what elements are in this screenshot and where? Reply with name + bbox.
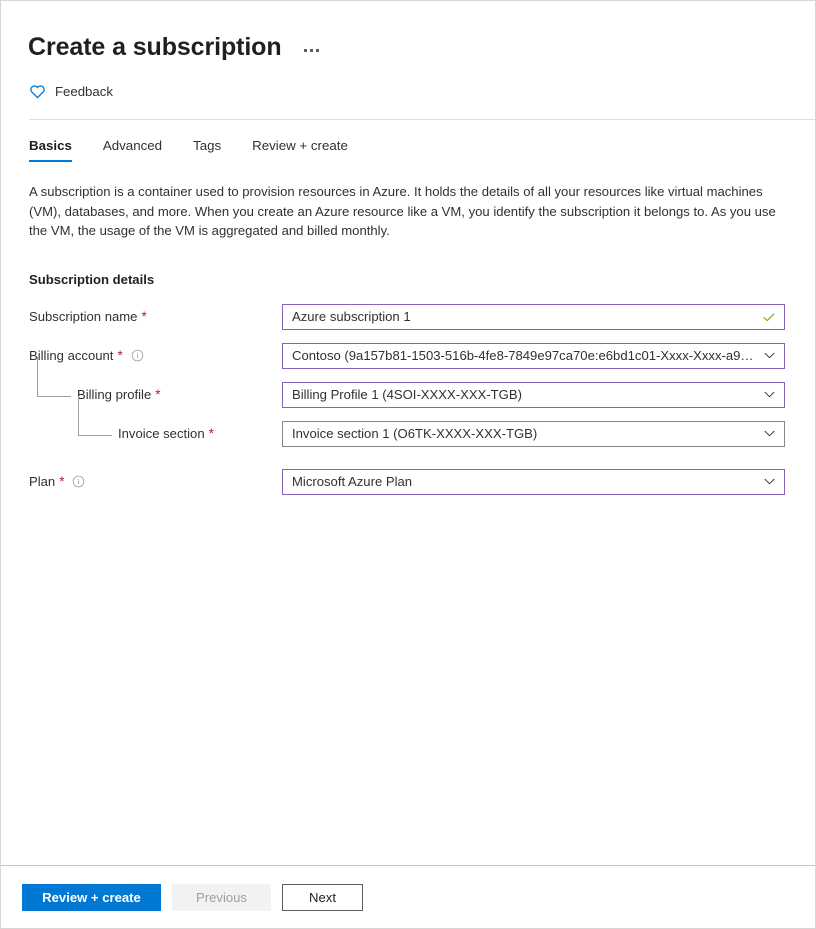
label-invoice-section: Invoice section * — [29, 422, 282, 446]
header-divider — [29, 119, 815, 120]
field-invoice-section: Invoice section * Invoice section 1 (O6T… — [29, 422, 787, 446]
field-billing-profile: Billing profile * Billing Profile 1 (4SO… — [29, 383, 787, 407]
field-plan: Plan * Microsoft Azure Plan — [29, 470, 787, 494]
page-title: Create a subscription — [28, 35, 282, 60]
create-subscription-blade: Create a subscription Feedback Basics Ad… — [0, 0, 816, 929]
field-subscription-name: Subscription name * Azure subscription 1 — [29, 305, 787, 329]
checkmark-icon — [762, 310, 776, 324]
feedback-button[interactable]: Feedback — [1, 60, 113, 100]
required-marker: * — [117, 348, 122, 363]
required-marker: * — [59, 474, 64, 489]
dropdown-plan[interactable]: Microsoft Azure Plan — [282, 469, 785, 495]
blade-description: A subscription is a container used to pr… — [29, 182, 777, 241]
required-marker: * — [141, 309, 146, 324]
tab-tags[interactable]: Tags — [193, 134, 221, 162]
ellipsis-dot-1 — [304, 49, 307, 52]
label-billing-account: Billing account * — [29, 344, 282, 368]
label-text: Billing profile — [77, 387, 151, 402]
heart-icon — [29, 83, 46, 100]
chevron-down-icon — [763, 349, 776, 362]
dropdown-billing-account[interactable]: Contoso (9a157b81-1503-516b-4fe8-7849e97… — [282, 343, 785, 369]
label-text: Plan — [29, 474, 55, 489]
label-plan: Plan * — [29, 470, 282, 494]
chevron-down-icon — [763, 388, 776, 401]
title-row: Create a subscription — [1, 1, 815, 60]
footer-action-bar: Review + create Previous Next — [1, 866, 815, 928]
tab-review-create[interactable]: Review + create — [252, 134, 348, 162]
dropdown-value: Invoice section 1 (O6TK-XXXX-XXX-TGB) — [292, 422, 757, 446]
tab-advanced[interactable]: Advanced — [103, 134, 162, 162]
dropdown-value: Microsoft Azure Plan — [292, 470, 757, 494]
subscription-details-form: Subscription name * Azure subscription 1… — [29, 305, 787, 494]
dropdown-billing-profile[interactable]: Billing Profile 1 (4SOI-XXXX-XXX-TGB) — [282, 382, 785, 408]
required-marker: * — [155, 387, 160, 402]
section-heading-subscription-details: Subscription details — [29, 272, 787, 287]
tab-basics[interactable]: Basics — [29, 134, 72, 162]
label-text: Subscription name — [29, 309, 137, 324]
label-text: Invoice section — [118, 426, 205, 441]
field-billing-account: Billing account * Contoso (9a157b81-1503… — [29, 344, 787, 368]
label-billing-profile: Billing profile * — [29, 383, 282, 407]
feedback-label: Feedback — [55, 84, 113, 99]
label-subscription-name: Subscription name * — [29, 305, 282, 329]
dropdown-value: Billing Profile 1 (4SOI-XXXX-XXX-TGB) — [292, 383, 757, 407]
input-value: Azure subscription 1 — [292, 305, 756, 329]
info-icon[interactable] — [72, 475, 85, 488]
content-area: A subscription is a container used to pr… — [1, 182, 815, 494]
chevron-down-icon — [763, 475, 776, 488]
required-marker: * — [209, 426, 214, 441]
review-create-button[interactable]: Review + create — [22, 884, 161, 911]
info-icon[interactable] — [131, 349, 144, 362]
chevron-down-icon — [763, 427, 776, 440]
previous-button: Previous — [172, 884, 271, 911]
ellipsis-icon[interactable] — [302, 45, 321, 56]
next-button[interactable]: Next — [282, 884, 363, 911]
tab-bar: Basics Advanced Tags Review + create — [1, 134, 815, 162]
dropdown-invoice-section[interactable]: Invoice section 1 (O6TK-XXXX-XXX-TGB) — [282, 421, 785, 447]
dropdown-value: Contoso (9a157b81-1503-516b-4fe8-7849e97… — [292, 344, 757, 368]
ellipsis-dot-2 — [310, 49, 313, 52]
input-subscription-name[interactable]: Azure subscription 1 — [282, 304, 785, 330]
ellipsis-dot-3 — [316, 49, 319, 52]
label-text: Billing account — [29, 348, 113, 363]
